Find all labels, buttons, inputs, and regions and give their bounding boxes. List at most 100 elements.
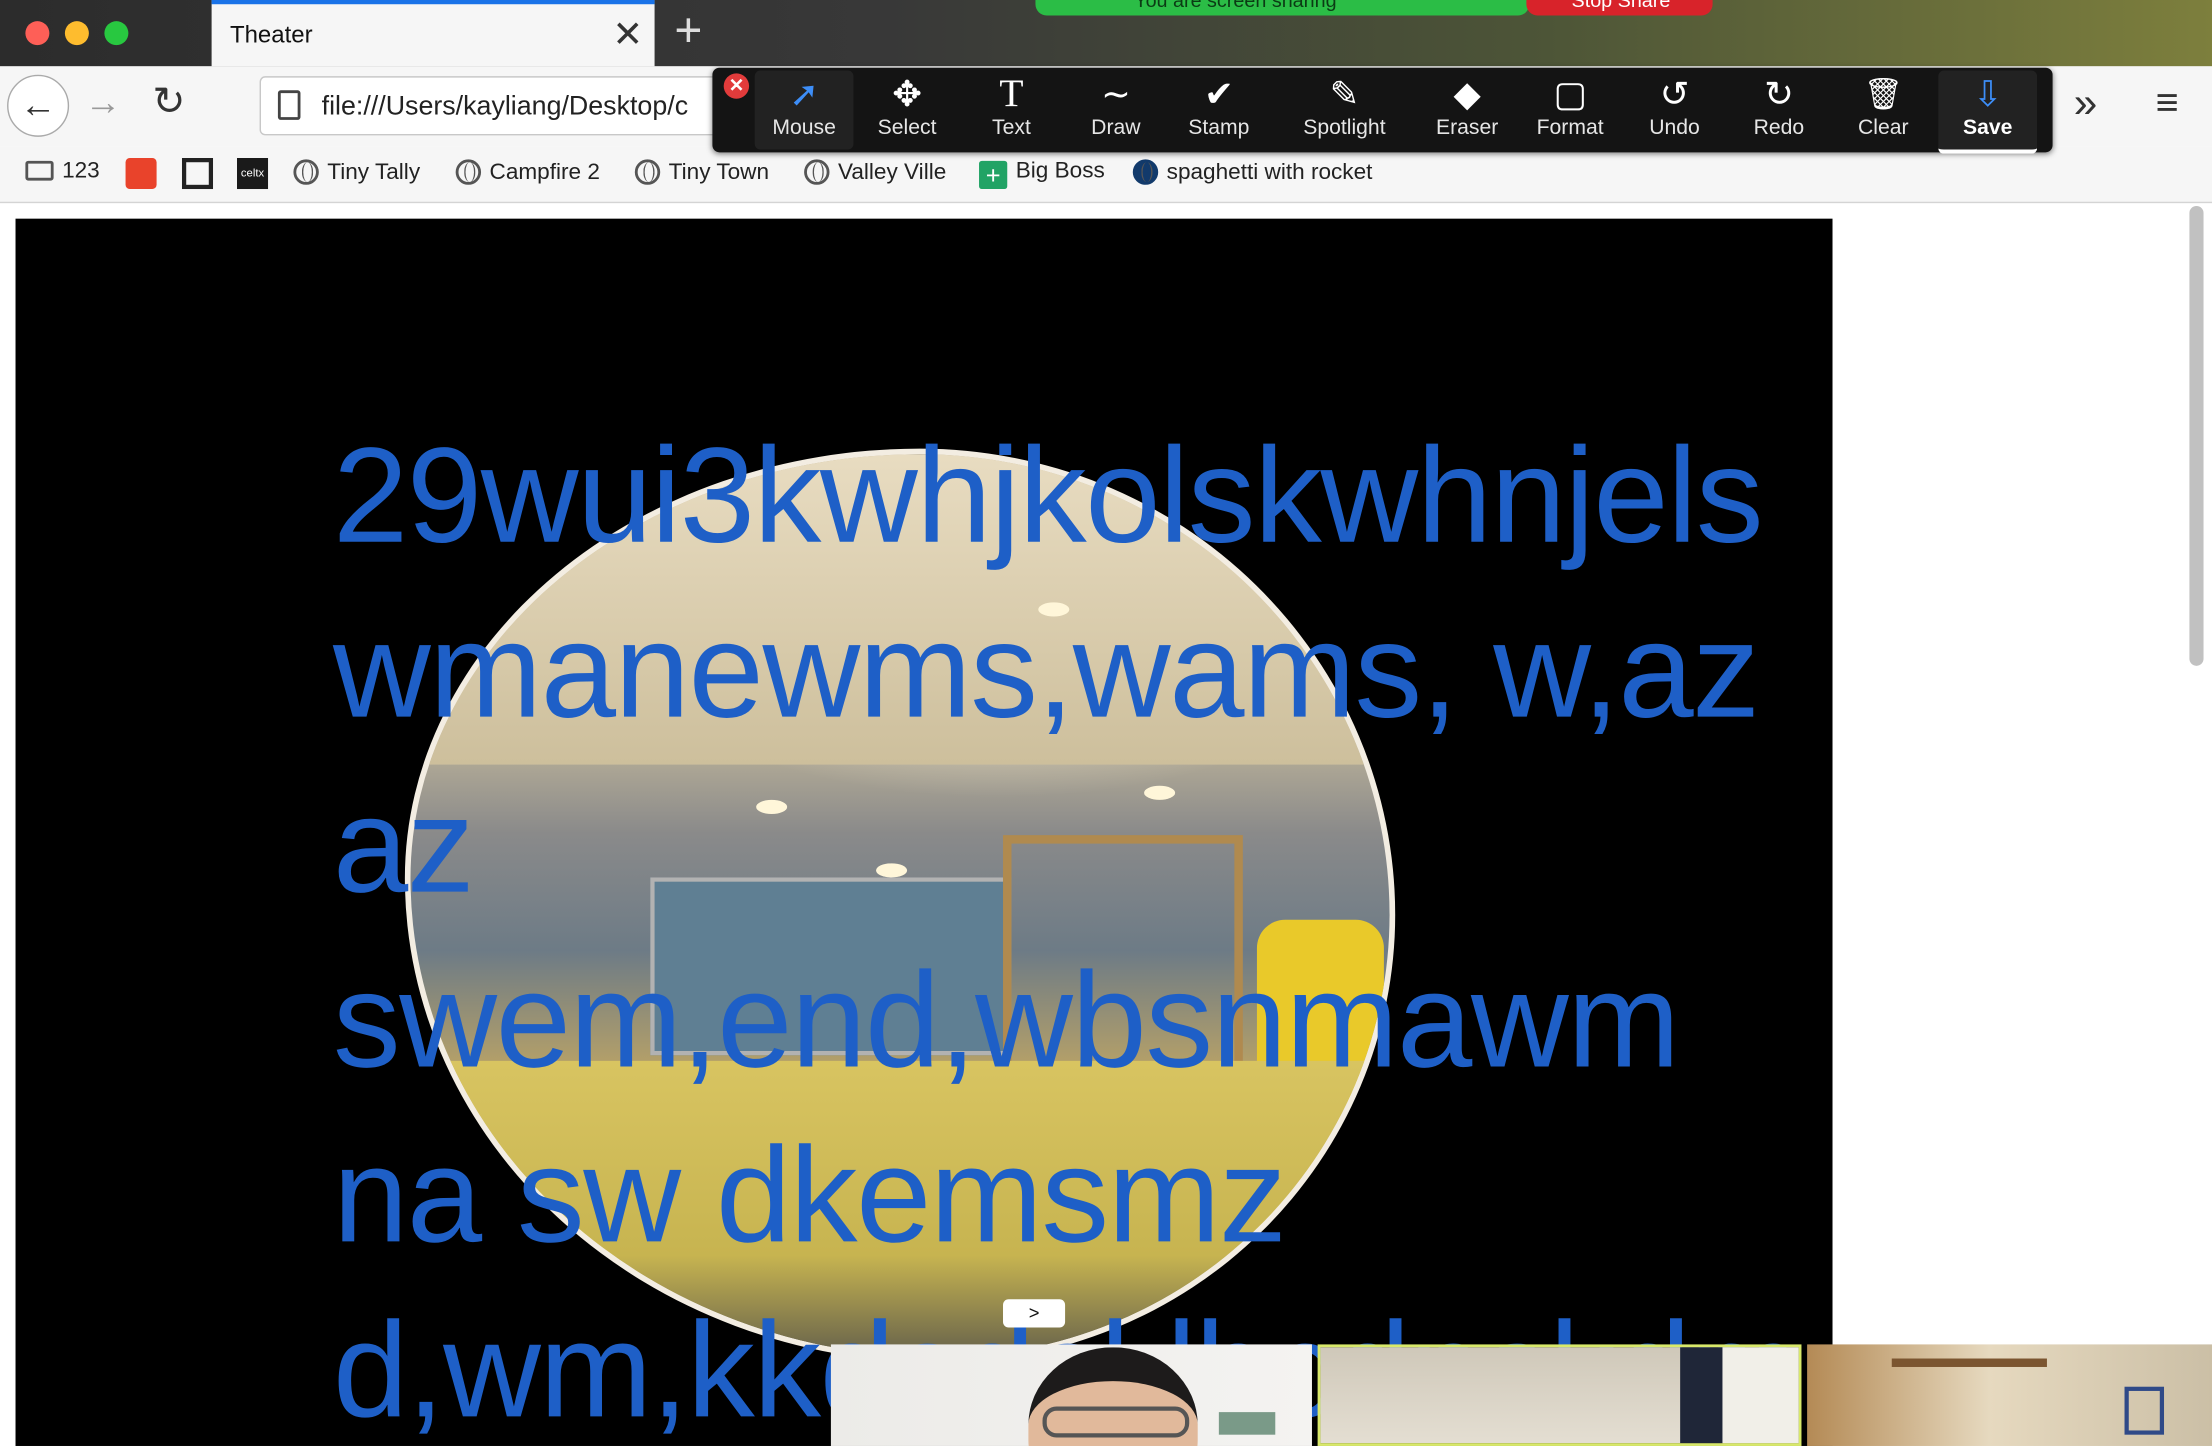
glasses xyxy=(1042,1406,1190,1438)
bookmark-big-boss[interactable]: + Big Boss xyxy=(979,159,1105,190)
bookmark-folder-123[interactable]: 123 xyxy=(25,159,100,184)
tool-label: Eraser xyxy=(1435,115,1499,140)
video-strip-toggle[interactable]: > xyxy=(1003,1299,1066,1328)
title-tab-bar: Theater ✕ + You are screen sharing Stop … xyxy=(0,0,2212,67)
annotation-toolbar: ✕ ➚ Mouse ✥ Select T Text ∼ Draw ✔ Stamp ✎ Spo… xyxy=(712,67,2053,154)
redo-icon: ↻ xyxy=(1764,74,1794,115)
celtx-favicon[interactable]: celtx xyxy=(236,157,269,190)
forward-button[interactable]: → xyxy=(85,80,122,124)
ceiling-light xyxy=(1144,785,1176,800)
tool-draw[interactable]: ∼ Draw xyxy=(1066,71,1165,150)
tool-redo[interactable]: ↻ Redo xyxy=(1730,71,1829,150)
bookmark-label: Campfire 2 xyxy=(489,160,600,185)
tool-label: Mouse xyxy=(772,115,836,140)
room-window xyxy=(1722,1347,1799,1444)
tab-title: Theater xyxy=(229,21,313,48)
bookmark-label: Big Boss xyxy=(1015,159,1105,184)
tool-eraser[interactable]: ◆ Eraser xyxy=(1418,71,1517,150)
tool-label: Undo xyxy=(1649,115,1700,140)
zoom-window-button[interactable] xyxy=(104,21,129,46)
stop-share-label: Stop Share xyxy=(1571,0,1671,12)
annotation-text-line-5: na sw dkemsmz xyxy=(332,1120,1287,1272)
tool-save[interactable]: ⇩ Save xyxy=(1938,70,2038,154)
bookshelf xyxy=(1891,1358,2047,1446)
globe-icon xyxy=(634,159,661,185)
trash-icon: 🗑 xyxy=(1863,76,1904,112)
participant-1-video[interactable] xyxy=(830,1344,1312,1446)
address-bar[interactable]: file:///Users/kayliang/Desktop/c xyxy=(259,76,768,136)
undo-icon: ↺ xyxy=(1659,74,1690,115)
tool-label: Select xyxy=(877,115,937,140)
url-text[interactable]: file:///Users/kayliang/Desktop/c xyxy=(322,92,688,123)
screen-sharing-banner[interactable]: You are screen sharing xyxy=(1035,0,1530,16)
stop-share-button[interactable]: Stop Share xyxy=(1526,0,1713,16)
tool-format[interactable]: ▢ Format xyxy=(1521,71,1620,150)
page-file-icon xyxy=(277,90,301,120)
checkmark-icon: ✔ xyxy=(1204,74,1234,115)
tool-mouse[interactable]: ➚ Mouse xyxy=(754,70,854,150)
bookmark-valley-ville[interactable]: Valley Ville xyxy=(804,159,946,186)
save-download-icon: ⇩ xyxy=(1972,74,2003,115)
tool-label: Spotlight xyxy=(1303,115,1386,140)
participant-2-video[interactable] xyxy=(1317,1344,1802,1446)
annotation-text-line-1: 29wui3kwhjkolskwhnjels xyxy=(332,420,1764,572)
dark-globe-favicon xyxy=(1132,159,1159,185)
tool-label: Text xyxy=(992,115,1031,140)
qr-square-favicon[interactable] xyxy=(181,157,214,190)
rounded-square-icon: ▢ xyxy=(1553,74,1587,115)
toolbar-overflow-button[interactable]: » xyxy=(2074,80,2098,128)
new-tab-button[interactable]: + xyxy=(674,6,702,57)
globe-icon xyxy=(293,159,319,185)
tool-label: Stamp xyxy=(1188,115,1250,140)
bookmark-label: 123 xyxy=(62,159,100,184)
tab-close-icon[interactable]: ✕ xyxy=(613,13,644,55)
tool-label: Clear xyxy=(1857,115,1909,140)
annotation-text-line-3: az xyxy=(332,770,475,922)
bookmark-label: spaghetti with rocket xyxy=(1166,160,1373,185)
bookmark-label: Valley Ville xyxy=(837,160,947,185)
reload-button[interactable]: ↻ xyxy=(152,78,185,125)
bookmarks-toolbar: 123 celtx Tiny Tally Campfire 2 Tiny Tow… xyxy=(0,146,2212,204)
tool-label: Format xyxy=(1536,115,1604,140)
wall-picture xyxy=(1218,1412,1276,1435)
participant-3-video[interactable] xyxy=(1807,1344,2212,1446)
eraser-icon: ◆ xyxy=(1453,74,1481,115)
annotation-text-line-2: wmanewms,wams, w,az xyxy=(332,595,1760,747)
tool-clear[interactable]: 🗑 Clear xyxy=(1834,71,1933,150)
magic-wand-icon: ✎ xyxy=(1329,74,1360,115)
squiggle-icon: ∼ xyxy=(1101,74,1131,115)
ceiling-light xyxy=(756,799,788,814)
close-window-button[interactable] xyxy=(25,21,50,46)
move-arrows-icon: ✥ xyxy=(892,74,922,115)
bookmark-label: Tiny Town xyxy=(668,160,770,185)
cursor-arrow-icon: ➚ xyxy=(789,74,819,115)
hamburger-menu-button[interactable]: ≡ xyxy=(2156,80,2179,125)
back-button[interactable]: ← xyxy=(7,74,70,137)
wall-frame xyxy=(2124,1386,2165,1435)
tool-label: Save xyxy=(1962,115,2013,140)
bookmark-label: Tiny Tally xyxy=(327,160,421,185)
annotation-text-line-4: swem,end,wbsnmawm xyxy=(332,945,1680,1097)
text-t-icon: T xyxy=(999,71,1024,116)
bookmark-tiny-tally[interactable]: Tiny Tally xyxy=(293,159,420,186)
tool-label: Redo xyxy=(1753,115,1805,140)
minimize-window-button[interactable] xyxy=(64,21,89,46)
tool-text[interactable]: T Text xyxy=(962,71,1061,150)
tool-select[interactable]: ✥ Select xyxy=(858,71,957,150)
tool-undo[interactable]: ↺ Undo xyxy=(1625,71,1724,150)
bookmark-spaghetti-with-rocket[interactable]: spaghetti with rocket xyxy=(1132,159,1373,186)
tool-stamp[interactable]: ✔ Stamp xyxy=(1169,71,1268,150)
screen-sharing-text: You are screen sharing xyxy=(1134,0,1337,12)
globe-icon xyxy=(455,159,482,185)
red-mask-favicon[interactable] xyxy=(125,157,157,190)
tool-label: Draw xyxy=(1091,115,1141,140)
curtain xyxy=(1680,1347,1723,1444)
bookmark-tiny-town[interactable]: Tiny Town xyxy=(634,159,770,186)
tool-spotlight[interactable]: ✎ Spotlight xyxy=(1288,71,1401,150)
close-annotation-icon[interactable]: ✕ xyxy=(723,73,750,99)
bookmark-campfire-2[interactable]: Campfire 2 xyxy=(455,159,600,186)
sheets-plus-favicon: + xyxy=(979,160,1008,190)
tab-theater[interactable]: Theater ✕ xyxy=(211,0,655,67)
vertical-scrollbar[interactable] xyxy=(2189,205,2204,666)
globe-icon xyxy=(804,159,830,185)
